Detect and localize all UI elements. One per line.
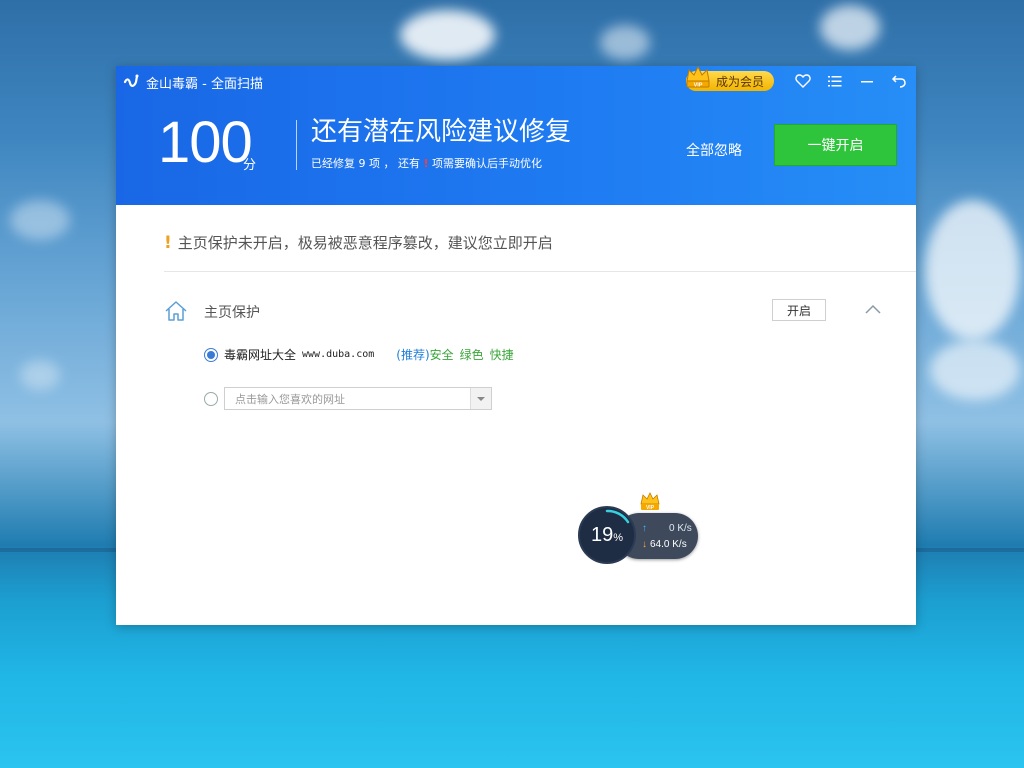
background-cloud bbox=[20, 360, 60, 390]
background-cloud bbox=[10, 200, 70, 240]
svg-text:VIP: VIP bbox=[646, 505, 655, 511]
scan-summary: 已经修复 9 项 ， 还有 ! 项需要确认后手动优化 bbox=[311, 155, 542, 171]
menu-icon[interactable] bbox=[826, 72, 844, 90]
upload-arrow-icon: ↑ bbox=[642, 523, 647, 534]
window-controls: VIP 成为会员 bbox=[685, 65, 908, 91]
one-click-enable-button[interactable]: 一键开启 bbox=[774, 124, 897, 166]
homepage-option-duba[interactable]: 毒霸网址大全 www.duba.com (推荐) 安全 绿色 快捷 bbox=[204, 346, 514, 363]
section-title: 主页保护 bbox=[204, 305, 260, 321]
summary-fixed-text: 已经修复 9 项 ， 还有 bbox=[311, 157, 420, 170]
dropdown-arrow-icon[interactable] bbox=[470, 388, 491, 409]
download-speed: ↓ 64.0 K/s bbox=[642, 539, 687, 550]
vip-label: 成为会员 bbox=[715, 74, 764, 89]
option-url: www.duba.com bbox=[302, 349, 375, 360]
background-cloud bbox=[930, 340, 1020, 400]
homepage-protection-section: 主页保护 开启 bbox=[164, 299, 884, 323]
header-divider bbox=[296, 120, 297, 170]
warning-text: 主页保护未开启，极易被恶意程序篡改，建议您立即开启 bbox=[177, 234, 553, 252]
minimize-icon[interactable] bbox=[858, 72, 876, 90]
homepage-option-custom[interactable]: 点击输入您喜欢的网址 bbox=[204, 387, 492, 410]
security-score: 100 bbox=[158, 110, 253, 175]
radio-custom[interactable] bbox=[204, 391, 218, 406]
divider bbox=[164, 271, 916, 272]
custom-url-placeholder[interactable]: 点击输入您喜欢的网址 bbox=[225, 391, 470, 407]
duba-window: 金山毒霸 - 全面扫描 VIP 成为会员 100 分 还有潜在风险建议修复 已经… bbox=[116, 65, 916, 625]
summary-alert-mark: ! bbox=[423, 157, 429, 170]
favorite-heart-icon[interactable] bbox=[794, 72, 812, 90]
download-value: 64.0 K/s bbox=[650, 539, 687, 550]
home-icon bbox=[165, 301, 187, 321]
window-title: 金山毒霸 - 全面扫描 bbox=[146, 76, 263, 92]
upload-speed: ↑ 0 K/s bbox=[642, 523, 692, 534]
radio-duba-selected[interactable] bbox=[204, 347, 218, 362]
enable-protection-button[interactable]: 开启 bbox=[772, 299, 826, 321]
background-cloud bbox=[400, 10, 495, 60]
network-speed-widget[interactable]: ↑ 0 K/s ↓ 64.0 K/s 19% VIP bbox=[578, 492, 702, 567]
background-cloud bbox=[925, 200, 1020, 340]
duba-logo-icon bbox=[123, 74, 139, 87]
percent-unit: % bbox=[613, 532, 624, 544]
svg-text:VIP: VIP bbox=[694, 83, 703, 89]
warning-icon: ! bbox=[164, 232, 172, 253]
summary-pending-text: 项需要确认后手动优化 bbox=[432, 157, 543, 170]
percent-value: 19 bbox=[590, 524, 614, 546]
warning-banner: ! 主页保护未开启，极易被恶意程序篡改，建议您立即开启 bbox=[164, 232, 553, 253]
title-bar: 金山毒霸 - 全面扫描 bbox=[122, 71, 263, 93]
back-icon[interactable] bbox=[890, 72, 908, 90]
tag-green: 绿色 bbox=[459, 348, 484, 362]
upload-value: 0 K/s bbox=[669, 523, 692, 534]
score-unit: 分 bbox=[243, 158, 257, 173]
header-banner: 金山毒霸 - 全面扫描 VIP 成为会员 100 分 还有潜在风险建议修复 已经… bbox=[116, 65, 916, 205]
recommend-tag: (推荐) bbox=[396, 348, 430, 362]
vip-crown-icon: VIP bbox=[686, 65, 710, 89]
ignore-all-link[interactable]: 全部忽略 bbox=[686, 140, 742, 160]
background-cloud bbox=[600, 25, 650, 60]
widget-vip-crown-icon: VIP bbox=[640, 492, 660, 511]
option-label: 毒霸网址大全 bbox=[224, 348, 297, 362]
become-vip-button[interactable]: VIP 成为会员 bbox=[685, 65, 774, 91]
memory-percent: 19% bbox=[578, 524, 636, 547]
scan-headline: 还有潜在风险建议修复 bbox=[311, 117, 572, 147]
tag-fast: 快捷 bbox=[489, 348, 514, 362]
background-cloud bbox=[820, 5, 880, 50]
download-arrow-icon: ↓ bbox=[642, 539, 647, 550]
chevron-up-icon[interactable] bbox=[864, 301, 882, 319]
custom-url-combobox[interactable]: 点击输入您喜欢的网址 bbox=[224, 387, 492, 410]
tag-safe: 安全 bbox=[429, 348, 454, 362]
